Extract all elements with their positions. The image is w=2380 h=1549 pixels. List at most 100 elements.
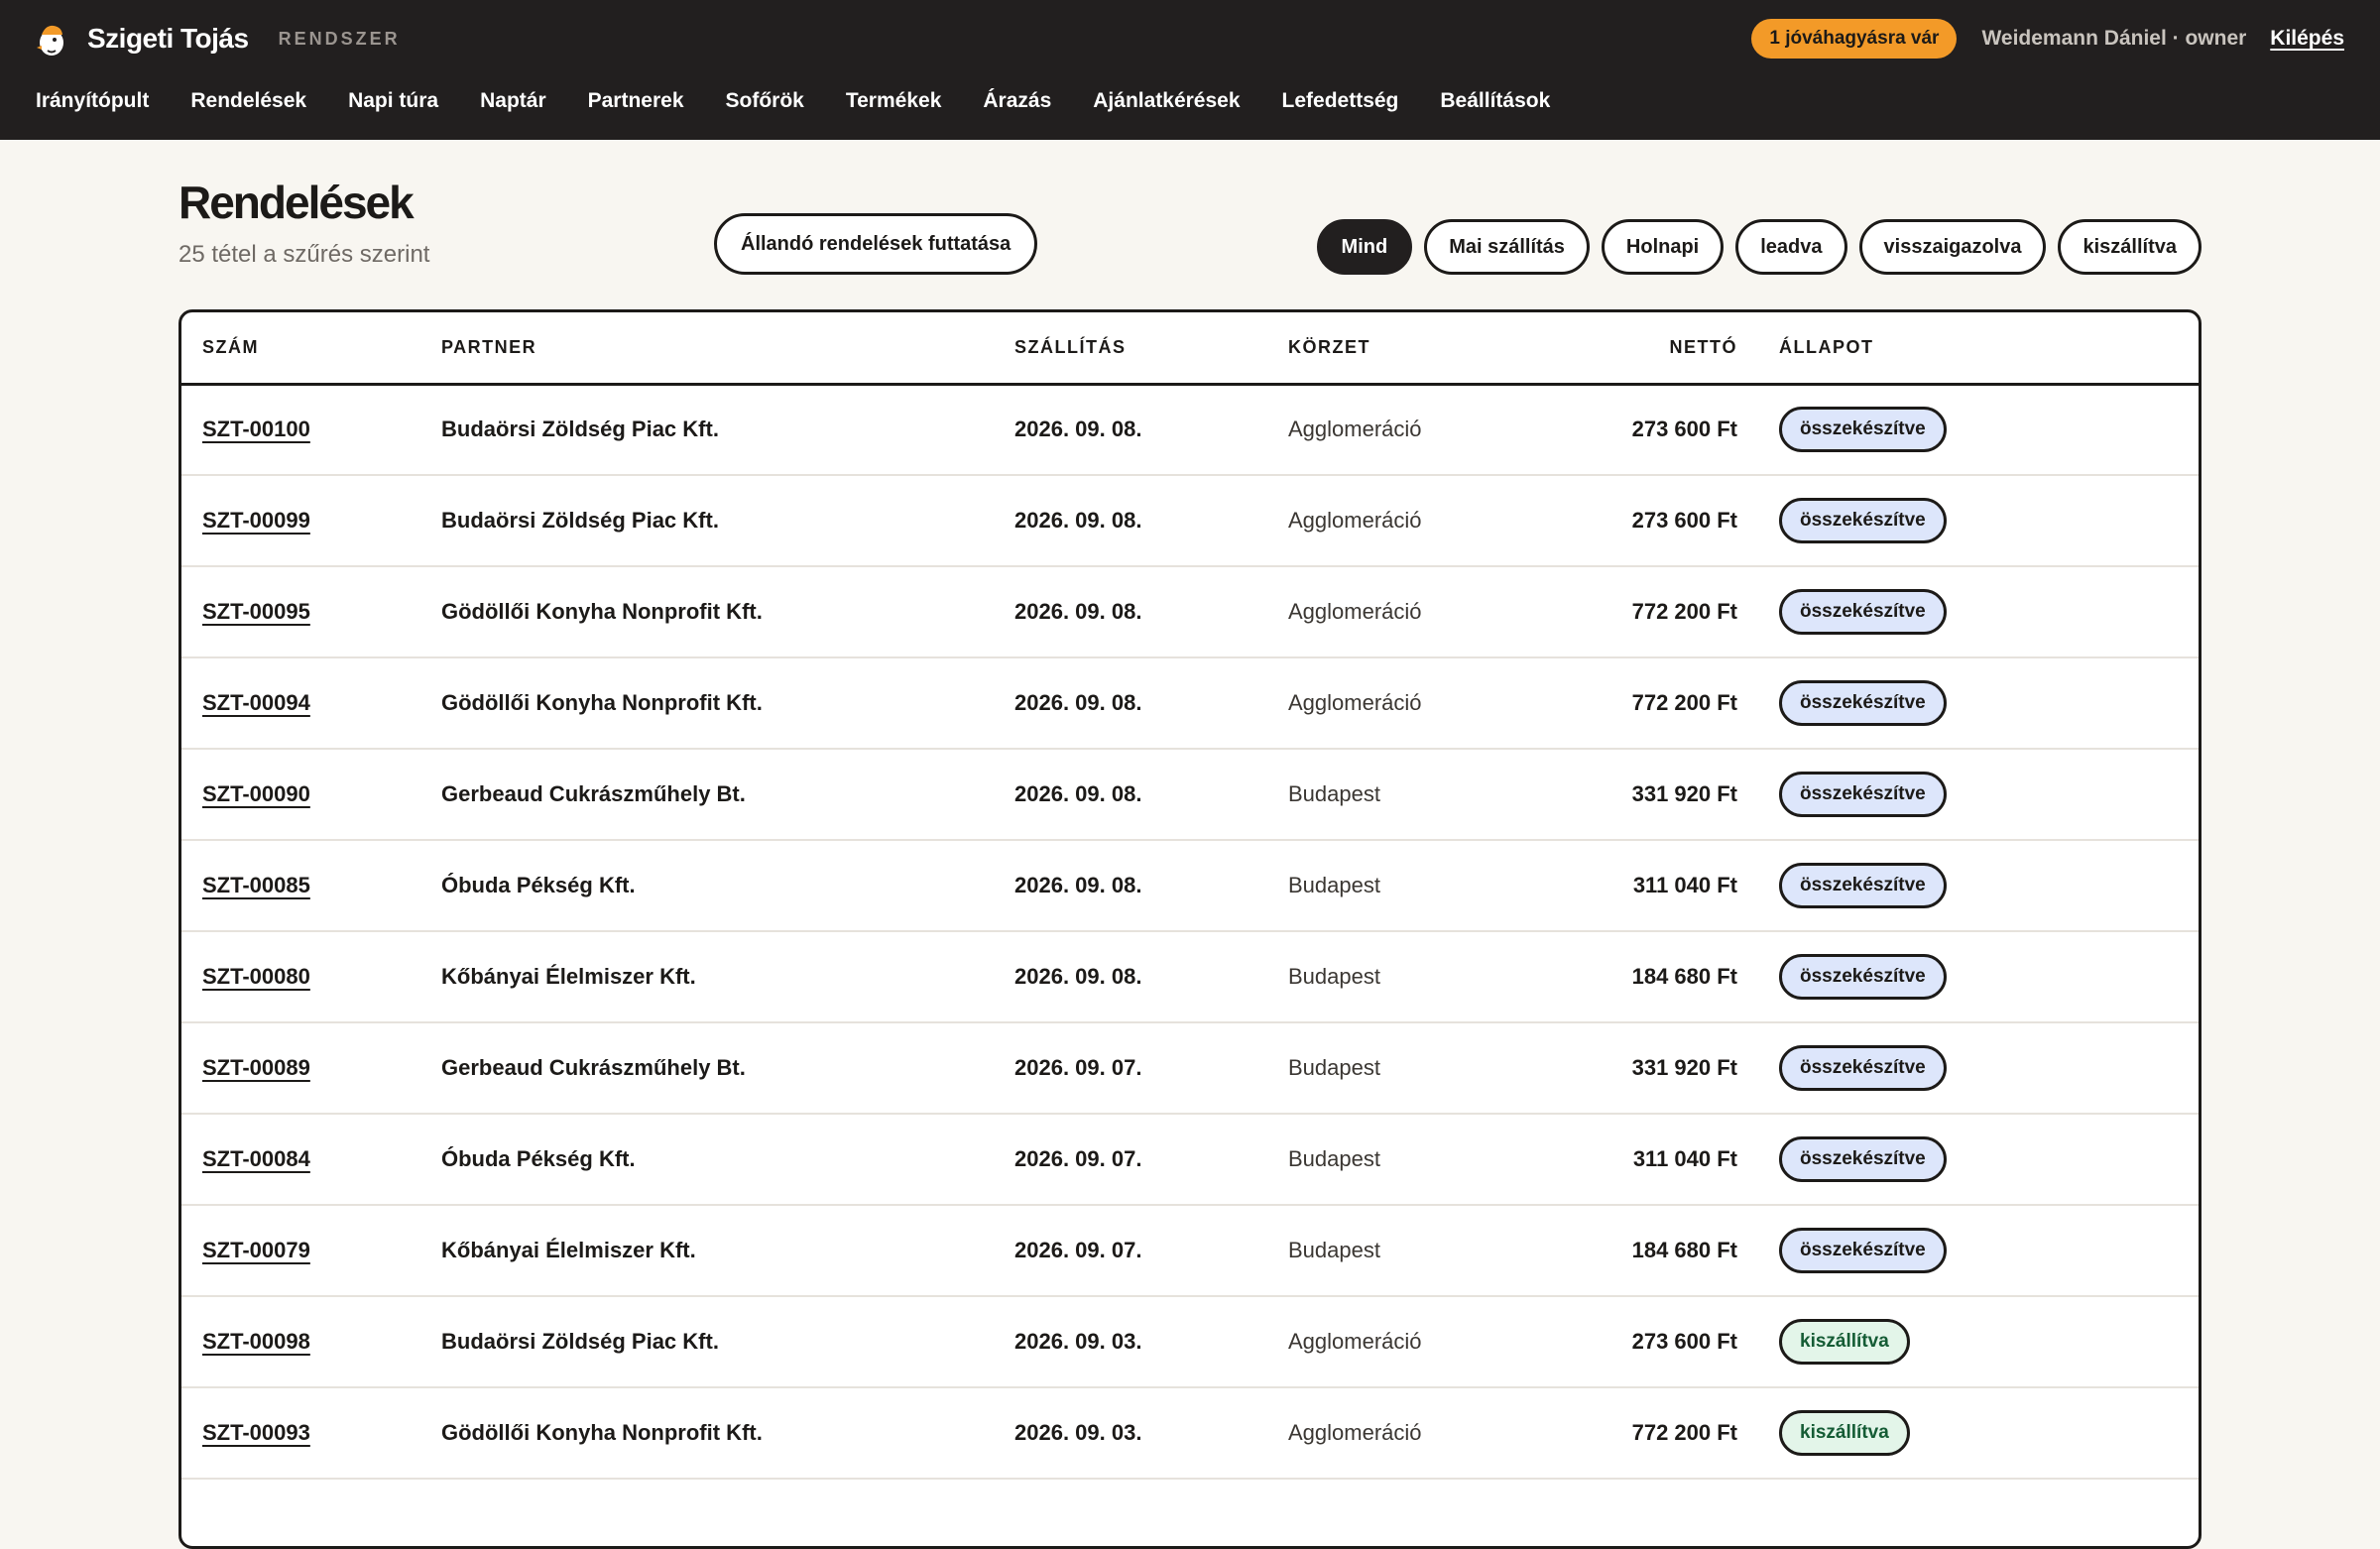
delivery-date-cell: 2026. 09. 08. — [1014, 657, 1288, 750]
net-amount-cell: 311 040 Ft — [1531, 840, 1757, 932]
status-cell: összekészítve — [1757, 475, 2199, 567]
table-header-row: SZÁM PARTNER SZÁLLÍTÁS KÖRZET NETTÓ ÁLLA… — [181, 312, 2199, 386]
net-amount-cell: 273 600 Ft — [1531, 475, 1757, 567]
table-row[interactable]: SZT-00095 Gödöllői Konyha Nonprofit Kft.… — [181, 566, 2199, 658]
nav-item-orders[interactable]: Rendelések — [190, 89, 306, 113]
table-row[interactable]: SZT-00084 Óbuda Pékség Kft. 2026. 09. 07… — [181, 1114, 2199, 1206]
table-row[interactable]: SZT-00099 Budaörsi Zöldség Piac Kft. 202… — [181, 475, 2199, 567]
status-cell: összekészítve — [1757, 657, 2199, 750]
filter-delivered[interactable]: kiszállítva — [2058, 219, 2202, 275]
order-number-link[interactable]: SZT-00089 — [202, 1055, 310, 1080]
nav-item-daily-route[interactable]: Napi túra — [348, 89, 438, 113]
nav-item-quote-requests[interactable]: Ajánlatkérések — [1093, 89, 1240, 113]
delivery-date-cell: 2026. 09. 08. — [1014, 384, 1288, 476]
delivery-date-cell: 2026. 09. 08. — [1014, 566, 1288, 658]
order-number-link[interactable]: SZT-00090 — [202, 781, 310, 806]
order-number-link[interactable]: SZT-00080 — [202, 964, 310, 989]
nav-item-pricing[interactable]: Árazás — [983, 89, 1051, 113]
order-number-link[interactable]: SZT-00079 — [202, 1238, 310, 1262]
status-badge: összekészítve — [1779, 407, 1947, 453]
status-cell: összekészítve — [1757, 384, 2199, 476]
chick-logo-icon[interactable] — [36, 21, 67, 57]
column-header-delivery[interactable]: SZÁLLÍTÁS — [1014, 312, 1288, 386]
status-badge: kiszállítva — [1779, 1319, 1910, 1365]
logout-link[interactable]: Kilépés — [2270, 27, 2344, 51]
partner-cell: Budaörsi Zöldség Piac Kft. — [441, 475, 1014, 567]
delivery-date-cell: 2026. 09. 08. — [1014, 931, 1288, 1023]
order-number-link[interactable]: SZT-00099 — [202, 508, 310, 533]
order-number-cell: SZT-00079 — [181, 1205, 441, 1297]
nav-item-calendar[interactable]: Naptár — [480, 89, 546, 113]
partner-cell: Kőbányai Élelmiszer Kft. — [441, 931, 1014, 1023]
zone-cell: Budapest — [1288, 1022, 1531, 1115]
order-number-link[interactable]: SZT-00085 — [202, 873, 310, 897]
nav-item-products[interactable]: Termékek — [846, 89, 942, 113]
nav-item-dashboard[interactable]: Irányítópult — [36, 89, 149, 113]
net-amount-cell: 772 200 Ft — [1531, 657, 1757, 750]
table-row[interactable]: SZT-00085 Óbuda Pékség Kft. 2026. 09. 08… — [181, 840, 2199, 932]
order-number-cell: SZT-00080 — [181, 931, 441, 1023]
order-number-link[interactable]: SZT-00100 — [202, 417, 310, 441]
column-header-number[interactable]: SZÁM — [181, 312, 441, 386]
filter-tomorrow[interactable]: Holnapi — [1601, 219, 1725, 275]
brand-row: Szigeti Tojás RENDSZER 1 jóváhagyásra vá… — [0, 0, 2380, 77]
filter-submitted[interactable]: leadva — [1735, 219, 1847, 275]
delivery-date-cell: 2026. 09. 03. — [1014, 1387, 1288, 1480]
column-header-zone[interactable]: KÖRZET — [1288, 312, 1531, 386]
zone-cell: Budapest — [1288, 840, 1531, 932]
nav-item-drivers[interactable]: Sofőrök — [726, 89, 804, 113]
order-number-link[interactable]: SZT-00093 — [202, 1420, 310, 1445]
filter-confirmed[interactable]: visszaigazolva — [1858, 219, 2047, 275]
table-row[interactable]: SZT-00094 Gödöllői Konyha Nonprofit Kft.… — [181, 657, 2199, 750]
table-row[interactable]: SZT-00090 Gerbeaud Cukrászműhely Bt. 202… — [181, 749, 2199, 841]
top-bar: Szigeti Tojás RENDSZER 1 jóváhagyásra vá… — [0, 0, 2380, 140]
pending-approval-badge[interactable]: 1 jóváhagyásra vár — [1751, 19, 1958, 59]
net-amount-cell: 331 920 Ft — [1531, 749, 1757, 841]
partner-cell: Gödöllői Konyha Nonprofit Kft. — [441, 657, 1014, 750]
table-row[interactable]: SZT-00100 Budaörsi Zöldség Piac Kft. 202… — [181, 384, 2199, 476]
status-cell: összekészítve — [1757, 1114, 2199, 1206]
run-standing-orders-button[interactable]: Állandó rendelések futtatása — [714, 213, 1038, 275]
user-area: 1 jóváhagyásra vár Weidemann Dániel · ow… — [1751, 19, 2344, 59]
partner-cell: Gerbeaud Cukrászműhely Bt. — [441, 749, 1014, 841]
order-number-link[interactable]: SZT-00094 — [202, 690, 310, 715]
status-cell: összekészítve — [1757, 931, 2199, 1023]
order-number-link[interactable]: SZT-00095 — [202, 599, 310, 624]
order-number-cell: SZT-00084 — [181, 1114, 441, 1206]
order-number-link[interactable]: SZT-00084 — [202, 1146, 310, 1171]
table-row[interactable]: SZT-00089 Gerbeaud Cukrászműhely Bt. 202… — [181, 1022, 2199, 1115]
partner-cell: Kőbányai Élelmiszer Kft. — [441, 1205, 1014, 1297]
status-cell: kiszállítva — [1757, 1387, 2199, 1480]
status-badge: összekészítve — [1779, 498, 1947, 543]
zone-cell: Agglomeráció — [1288, 566, 1531, 658]
filter-today-delivery[interactable]: Mai szállítás — [1424, 219, 1590, 275]
status-cell: kiszállítva — [1757, 1296, 2199, 1388]
status-badge: összekészítve — [1779, 1228, 1947, 1273]
delivery-date-cell: 2026. 09. 07. — [1014, 1022, 1288, 1115]
order-number-cell: SZT-00095 — [181, 566, 441, 658]
net-amount-cell: 184 680 Ft — [1531, 1205, 1757, 1297]
result-count: 25 tétel a szűrés szerint — [178, 241, 430, 268]
status-badge: összekészítve — [1779, 1045, 1947, 1091]
table-row[interactable]: SZT-00093 Gödöllői Konyha Nonprofit Kft.… — [181, 1387, 2199, 1480]
column-header-partner[interactable]: PARTNER — [441, 312, 1014, 386]
brand-name[interactable]: Szigeti Tojás — [87, 23, 249, 55]
status-badge: összekészítve — [1779, 680, 1947, 726]
order-number-link[interactable]: SZT-00098 — [202, 1329, 310, 1354]
zone-cell: Agglomeráció — [1288, 657, 1531, 750]
page-title: Rendelések — [178, 177, 415, 228]
status-badge: kiszállítva — [1779, 1410, 1910, 1456]
column-header-status[interactable]: ÁLLAPOT — [1757, 312, 2199, 386]
table-row[interactable]: SZT-00079 Kőbányai Élelmiszer Kft. 2026.… — [181, 1205, 2199, 1297]
filter-all[interactable]: Mind — [1316, 219, 1413, 275]
column-header-net[interactable]: NETTÓ — [1531, 312, 1757, 386]
order-number-cell: SZT-00085 — [181, 840, 441, 932]
net-amount-cell: 273 600 Ft — [1531, 1296, 1757, 1388]
table-row[interactable]: SZT-00098 Budaörsi Zöldség Piac Kft. 202… — [181, 1296, 2199, 1388]
partner-cell: Gödöllői Konyha Nonprofit Kft. — [441, 1387, 1014, 1480]
nav-item-coverage[interactable]: Lefedettség — [1282, 89, 1399, 113]
zone-cell: Budapest — [1288, 931, 1531, 1023]
nav-item-settings[interactable]: Beállítások — [1440, 89, 1550, 113]
nav-item-partners[interactable]: Partnerek — [588, 89, 684, 113]
table-row[interactable]: SZT-00080 Kőbányai Élelmiszer Kft. 2026.… — [181, 931, 2199, 1023]
